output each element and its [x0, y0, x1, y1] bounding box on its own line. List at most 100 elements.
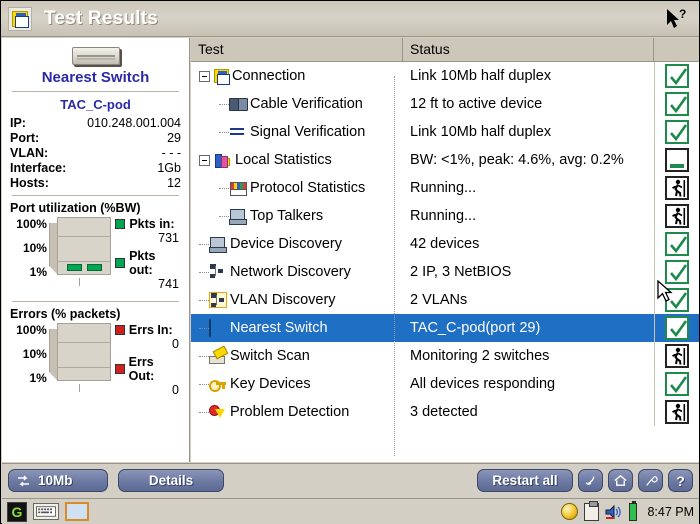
legend-value: 741 — [158, 277, 179, 291]
tools-button[interactable] — [638, 469, 663, 492]
table-row[interactable]: Nearest Switch TAC_C-pod(port 29) — [191, 314, 699, 342]
pkts-in-bar — [66, 264, 82, 271]
test-name-label: Local Statistics — [235, 152, 332, 168]
field-row: Port: 29 — [10, 130, 181, 145]
errors-scale: 100% 10% 1% — [10, 323, 49, 385]
speaker-icon[interactable] — [605, 504, 623, 520]
status-cell: TAC_C-pod(port 29) — [410, 320, 541, 336]
table-row[interactable]: Device Discovery 42 devices — [191, 230, 699, 258]
start-icon[interactable]: G — [7, 501, 27, 522]
network-icon — [209, 264, 227, 280]
status-cell: Running... — [410, 180, 477, 196]
test-name-label: Switch Scan — [230, 348, 310, 364]
scan-icon — [209, 348, 227, 364]
legend-value: 0 — [172, 337, 179, 351]
utilization-title: Port utilization (%BW) — [10, 201, 141, 215]
table-row[interactable]: Network Discovery 2 IP, 3 NetBIOS — [191, 258, 699, 286]
status-running-icon[interactable] — [665, 400, 689, 424]
device-fields-table: IP: 010.248.001.004 Port: 29 VLAN: - - -… — [10, 115, 181, 190]
utilization-legend: Pkts in: 731 Pkts out: 741 — [115, 217, 181, 291]
result-cell — [654, 342, 699, 370]
result-cell — [654, 314, 699, 342]
column-header-test: Test — [191, 38, 403, 61]
status-cell: 12 ft to active device — [410, 96, 543, 112]
table-row[interactable]: Signal Verification Link 10Mb half duplex — [191, 118, 699, 146]
battery-icon[interactable] — [629, 500, 638, 521]
home-button[interactable] — [608, 469, 633, 492]
app-window-icon[interactable] — [65, 502, 89, 521]
restart-all-button[interactable]: Restart all — [477, 469, 573, 492]
clock: 8:47 PM — [647, 504, 694, 519]
expander-collapse-icon[interactable] — [199, 154, 210, 166]
status-pass-icon[interactable] — [665, 372, 689, 396]
result-cell — [654, 398, 699, 426]
field-row: Hosts: 12 — [10, 175, 181, 190]
details-button[interactable]: Details — [118, 469, 224, 492]
utilization-scale: 100% 10% 1% — [10, 217, 49, 279]
table-row[interactable]: Key Devices All devices responding — [191, 370, 699, 398]
help-pointer-icon[interactable]: ? — [663, 7, 691, 31]
field-row: Interface: 1Gb — [10, 160, 181, 175]
keyboard-icon[interactable] — [33, 503, 59, 520]
device-summary-panel: Nearest Switch TAC_C-pod IP: 010.248.001… — [2, 38, 190, 462]
home-icon — [614, 474, 627, 486]
status-pass-icon[interactable] — [665, 316, 689, 340]
status-pass-icon[interactable] — [665, 120, 689, 144]
table-row[interactable]: Problem Detection 3 detected — [191, 398, 699, 426]
test-name-label: Cable Verification — [250, 96, 363, 112]
result-cell — [654, 90, 699, 118]
status-running-icon[interactable] — [665, 344, 689, 368]
protocol-icon — [229, 180, 247, 196]
status-pass-icon[interactable] — [665, 232, 689, 256]
table-row[interactable]: VLAN Discovery 2 VLANs — [191, 286, 699, 314]
status-cell: Running... — [410, 208, 477, 224]
tree-branch-line — [199, 355, 209, 357]
tree-rows: Connection Link 10Mb half duplex Cable Ver… — [191, 62, 699, 426]
table-row[interactable]: Connection Link 10Mb half duplex — [191, 62, 699, 90]
table-row[interactable]: Switch Scan Monitoring 2 switches — [191, 342, 699, 370]
test-name-label: Device Discovery — [230, 236, 342, 252]
keyboard-glyph — [36, 506, 56, 517]
test-name-cell: Connection — [191, 62, 403, 90]
table-row[interactable]: Protocol Statistics Running... — [191, 174, 699, 202]
back-button[interactable] — [578, 469, 603, 492]
bulb-icon[interactable] — [561, 503, 579, 520]
errors-legend: Errs In: 0 Errs Out: 0 — [114, 323, 181, 397]
field-label: IP: — [10, 115, 26, 130]
errors-title: Errors (% packets) — [10, 307, 121, 321]
cable-icon — [229, 96, 248, 112]
status-pass-icon[interactable] — [665, 64, 689, 88]
tree-branch-line — [219, 103, 229, 105]
scale-label: 100% — [16, 217, 47, 231]
status-pass-icon[interactable] — [665, 92, 689, 116]
status-cell: 3 detected — [410, 404, 478, 420]
result-cell — [654, 174, 699, 202]
result-cell — [654, 230, 699, 258]
test-name-cell: Switch Scan — [191, 342, 403, 370]
title-bar: Test Results ? — [1, 1, 699, 37]
test-results-tree: Test Status Connection Link 10Mb half dup… — [191, 38, 699, 462]
table-row[interactable]: Top Talkers Running... — [191, 202, 699, 230]
status-cell: Link 10Mb half duplex — [410, 68, 552, 84]
link-speed-button[interactable]: 10Mb — [8, 469, 108, 492]
status-running-icon[interactable] — [665, 204, 689, 228]
clipboard-icon[interactable] — [584, 500, 600, 521]
status-running-icon[interactable] — [665, 176, 689, 200]
test-name-label: Connection — [232, 68, 306, 84]
test-name-label: Signal Verification — [250, 124, 366, 140]
table-row[interactable]: Local Statistics BW: <1%, peak: 4.6%, avg… — [191, 146, 699, 174]
scale-label: 1% — [29, 265, 47, 279]
divider — [12, 301, 179, 302]
column-header-status: Status — [403, 38, 654, 61]
computer-icon — [209, 236, 227, 253]
status-cell: Monitoring 2 switches — [410, 348, 550, 364]
expander-collapse-icon[interactable] — [199, 70, 210, 82]
computer-icon — [229, 208, 247, 225]
tree-branch-line — [199, 243, 209, 245]
test-name-label: VLAN Discovery — [230, 292, 336, 308]
status-bar-icon[interactable] — [665, 148, 689, 172]
test-results-window: Test Results ? Nearest Switch TAC_C-pod … — [0, 0, 700, 524]
help-button[interactable]: ? — [668, 469, 693, 492]
table-row[interactable]: Cable Verification 12 ft to active device — [191, 90, 699, 118]
test-name-label: Top Talkers — [250, 208, 324, 224]
